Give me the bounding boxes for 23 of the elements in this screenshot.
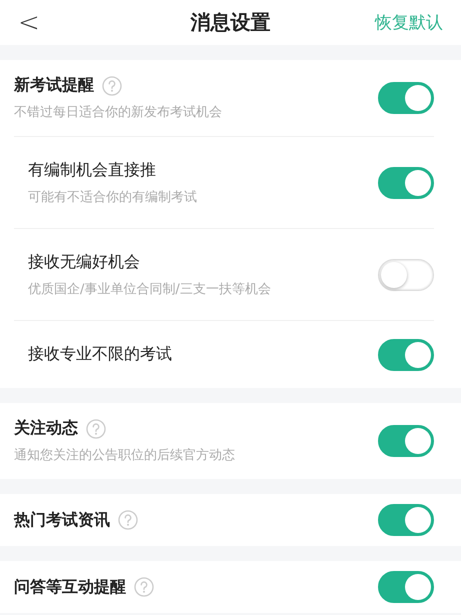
- toggle-switch[interactable]: [378, 504, 434, 536]
- setting-description: 优质国企/事业单位合同制/三支一扶等机会: [28, 280, 271, 298]
- setting-title: 问答等互动提醒: [14, 576, 126, 598]
- setting-title: 关注动态: [14, 418, 78, 439]
- toggle-switch[interactable]: [378, 571, 434, 603]
- toggle-switch[interactable]: [378, 82, 434, 114]
- setting-description: 通知您关注的公告职位的后续官方动态: [14, 447, 235, 464]
- help-icon[interactable]: [102, 76, 122, 96]
- help-icon[interactable]: [134, 577, 154, 597]
- back-button[interactable]: <: [18, 10, 40, 36]
- setting-title: 接收无编好机会: [28, 252, 140, 272]
- toggle-switch[interactable]: [378, 166, 434, 198]
- help-icon[interactable]: [86, 418, 106, 438]
- setting-title: 新考试提醒: [14, 75, 94, 96]
- setting-title: 热门考试资讯: [14, 510, 110, 530]
- help-icon[interactable]: [118, 510, 138, 530]
- toggle-switch[interactable]: [378, 425, 434, 457]
- setting-title: 有编制机会直接推: [28, 160, 156, 180]
- setting-title: 接收专业不限的考试: [28, 344, 172, 365]
- toggle-switch[interactable]: [378, 338, 434, 370]
- setting-description: 不错过每日适合你的新发布考试机会: [14, 104, 222, 121]
- setting-description: 可能有不适合你的有编制考试: [28, 188, 197, 206]
- page-title: 消息设置: [190, 10, 270, 34]
